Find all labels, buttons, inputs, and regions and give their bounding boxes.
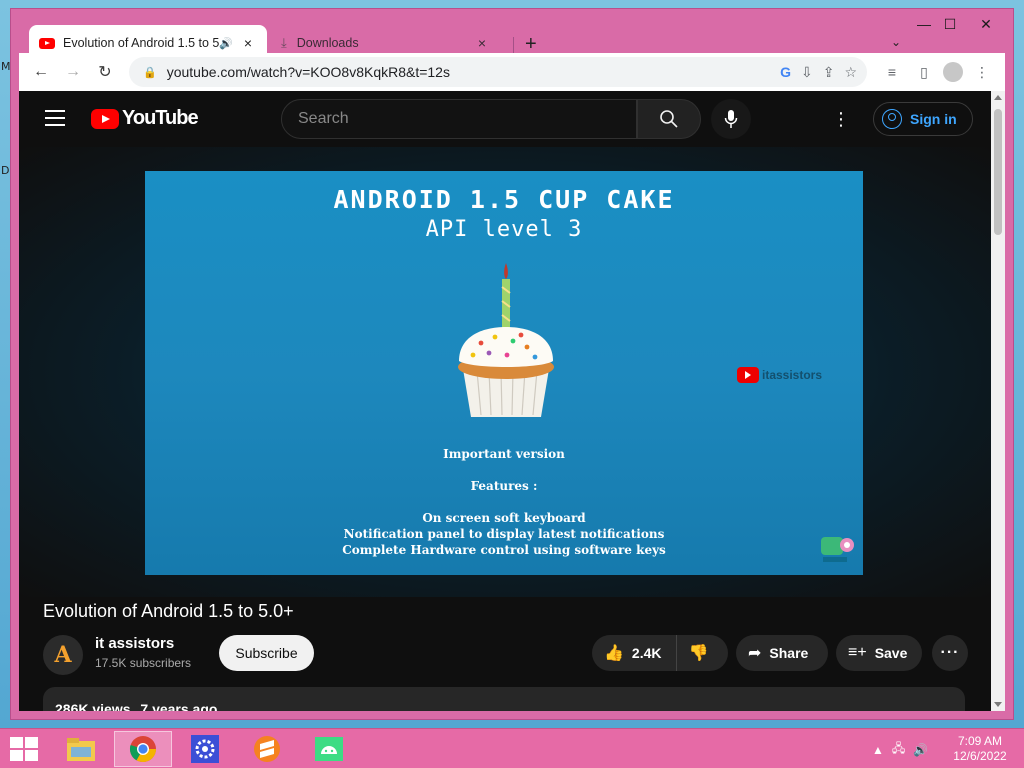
windows-start-icon[interactable]	[10, 737, 38, 761]
media-controls-icon[interactable]: ≡	[879, 59, 905, 85]
video-player[interactable]: ANDROID 1.5 CUP CAKE API level 3 itassis…	[19, 147, 991, 597]
lock-icon[interactable]: 🔒	[143, 66, 157, 79]
like-count: 2.4K	[631, 645, 662, 661]
tab-search-chevron-icon[interactable]: ⌄	[891, 35, 901, 49]
sublime-text-icon[interactable]	[238, 731, 296, 767]
chrome-menu-icon[interactable]: ⋮	[969, 59, 995, 85]
chrome-window: — ☐ ✕ Evolution of Android 1.5 to 5 🔊 × …	[10, 8, 1014, 720]
voice-search-button[interactable]	[711, 99, 751, 139]
close-tab-icon[interactable]: ×	[473, 35, 491, 51]
watermark-play-icon	[737, 367, 759, 383]
sign-in-label: Sign in	[910, 111, 957, 127]
channel-avatar[interactable]: A	[43, 635, 83, 675]
dislike-button[interactable]: 👎	[677, 643, 717, 663]
share-arrow-icon: ➦	[748, 645, 762, 662]
show-hidden-icons-icon[interactable]: ▲	[872, 743, 884, 757]
tab-title: Downloads	[296, 36, 359, 50]
slide-feature-item: Notification panel to display latest not…	[343, 527, 665, 541]
thumbs-down-icon: 👎	[688, 645, 709, 662]
forward-arrow-icon[interactable]: →	[57, 56, 89, 88]
slide-features-heading: Features :	[470, 479, 538, 493]
install-app-icon[interactable]: ⇩	[801, 64, 813, 81]
scrollbar-thumb[interactable]	[994, 109, 1002, 235]
subscribe-button[interactable]: Subscribe	[219, 635, 314, 671]
volume-icon[interactable]: 🔊	[913, 743, 928, 757]
bookmark-star-icon[interactable]: ☆	[844, 64, 857, 81]
watermark-text: itassistors	[762, 368, 823, 382]
youtube-logo[interactable]: YouTube	[91, 107, 199, 130]
save-label: Save	[874, 645, 908, 661]
description-box[interactable]: 286K views 7 years ago	[43, 687, 965, 711]
reload-icon[interactable]: ↻	[89, 56, 121, 88]
url-text[interactable]: youtube.com/watch?v=KOO8v8KqkR8&t=12s	[167, 64, 450, 80]
android-studio-icon[interactable]	[300, 731, 358, 767]
corner-logo-icon	[821, 537, 854, 562]
address-bar[interactable]: 🔒 youtube.com/watch?v=KOO8v8KqkR8&t=12s …	[129, 57, 867, 87]
view-count: 286K views	[55, 701, 131, 711]
search-icon	[660, 110, 678, 128]
youtube-header: YouTube Search ⋮ Sign in	[19, 91, 991, 147]
youtube-favicon-icon	[39, 37, 55, 49]
slide-feature-item: On screen soft keyboard	[422, 511, 586, 525]
microphone-icon	[724, 110, 738, 128]
subscriber-count: 17.5K subscribers	[95, 656, 192, 670]
scroll-up-arrow-icon[interactable]	[994, 95, 1002, 100]
thumbs-up-icon: 👍	[604, 645, 624, 662]
channel-name[interactable]: it assistors	[95, 635, 174, 652]
hamburger-menu-icon[interactable]	[45, 110, 65, 126]
clock-time: 7:09 AM	[957, 734, 1003, 748]
network-icon[interactable]: 🖧	[892, 739, 905, 760]
settings-gear-icon[interactable]	[176, 731, 234, 767]
share-page-icon[interactable]: ⇪	[823, 64, 835, 81]
page-viewport: YouTube Search ⋮ Sign in ANDROID 1.5 CUP…	[19, 91, 991, 711]
slide-title: ANDROID 1.5 CUP CAKE	[333, 185, 675, 214]
google-lens-icon[interactable]: G	[780, 64, 791, 80]
video-title: Evolution of Android 1.5 to 5.0+	[43, 601, 294, 621]
youtube-logo-text: YouTube	[122, 107, 199, 129]
system-tray: ▲ 🖧 🔊	[872, 739, 928, 760]
taskbar-clock[interactable]: 7:09 AM 12/6/2022	[950, 734, 1010, 764]
slide-feature-item: Complete Hardware control using software…	[342, 543, 666, 557]
search-input[interactable]: Search	[281, 99, 637, 139]
desktop-icon-fragment: D	[1, 164, 10, 177]
slide-important: Important version	[443, 447, 565, 461]
like-dislike-group: 👍 2.4K 👎	[592, 635, 728, 671]
browser-toolbar: ← → ↻ 🔒 youtube.com/watch?v=KOO8v8KqkR8&…	[19, 53, 1005, 91]
chrome-taskbar-icon[interactable]	[114, 731, 172, 767]
search-button[interactable]	[637, 99, 701, 139]
upload-age: 7 years ago	[140, 701, 218, 711]
slide-subtitle: API level 3	[425, 217, 583, 242]
taskbar: ▲ 🖧 🔊 7:09 AM 12/6/2022	[0, 728, 1024, 768]
channel-watermark: itassistors	[737, 367, 822, 383]
profile-avatar-icon[interactable]	[943, 62, 963, 82]
share-label: Share	[769, 645, 809, 661]
page-scrollbar[interactable]	[991, 91, 1005, 711]
like-button[interactable]: 👍 2.4K	[592, 635, 677, 671]
clock-date: 12/6/2022	[953, 749, 1007, 763]
download-icon: ⤓	[281, 35, 287, 50]
sign-in-button[interactable]: Sign in	[873, 102, 973, 136]
back-arrow-icon[interactable]: ←	[25, 56, 57, 88]
audio-playing-icon[interactable]: 🔊	[219, 37, 233, 50]
cupcake-image	[458, 263, 554, 417]
more-actions-button[interactable]: ···	[932, 635, 968, 671]
toolbar-right: ≡ ▯ ⋮	[879, 57, 995, 87]
video-frame[interactable]: ANDROID 1.5 CUP CAKE API level 3 itassis…	[145, 171, 863, 575]
scroll-down-arrow-icon[interactable]	[994, 702, 1002, 707]
share-button[interactable]: ➦ Share	[736, 635, 828, 671]
more-options-icon[interactable]: ⋮	[831, 109, 851, 130]
side-panel-icon[interactable]: ▯	[911, 59, 937, 85]
address-bar-actions: G ⇩ ⇪ ☆	[780, 57, 857, 87]
account-icon	[882, 109, 902, 129]
tab-title: Evolution of Android 1.5 to 5	[63, 36, 220, 50]
close-tab-icon[interactable]: ×	[239, 35, 257, 51]
playlist-add-icon: ≡+	[848, 644, 867, 661]
youtube-play-icon	[91, 108, 119, 129]
save-button[interactable]: ≡+ Save	[836, 635, 922, 671]
file-explorer-icon[interactable]	[52, 731, 110, 767]
